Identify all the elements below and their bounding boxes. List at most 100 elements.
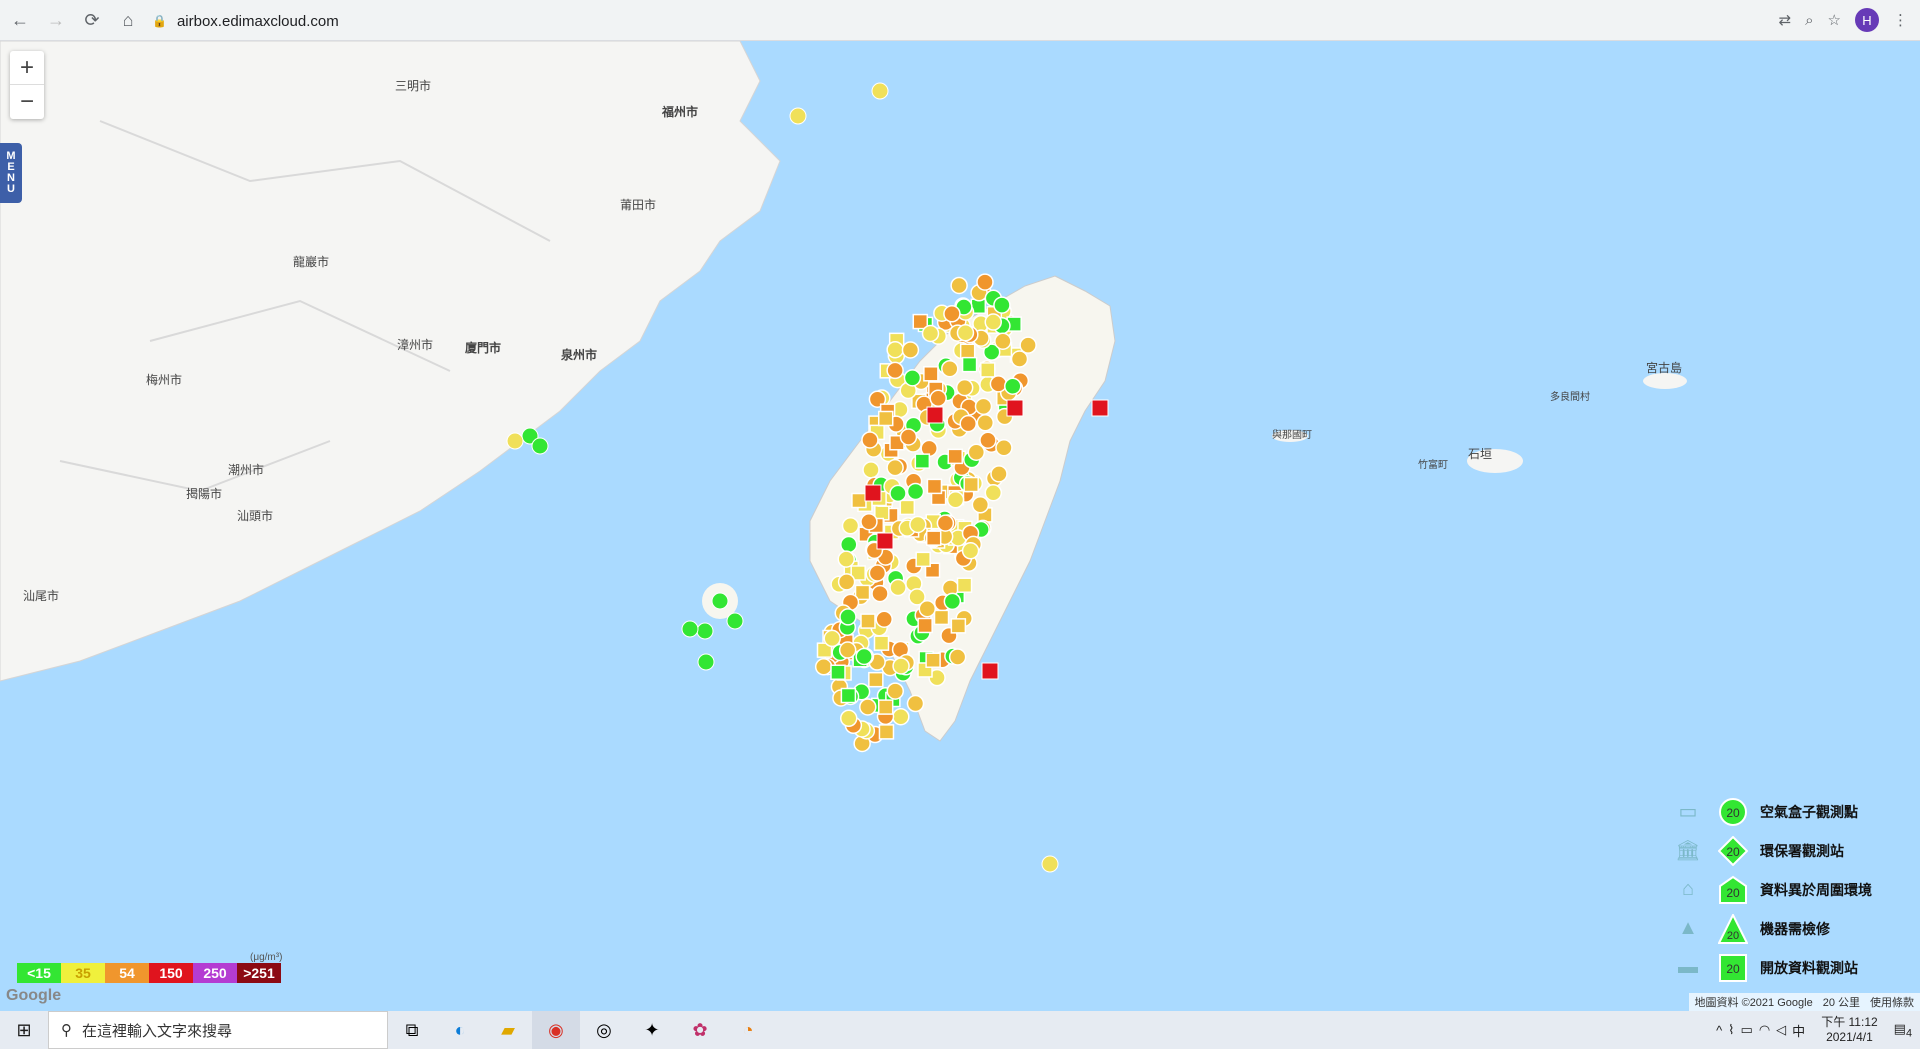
sensor-marker-shape[interactable] [1004,377,1022,395]
back-button[interactable]: ← [4,4,36,36]
sensor-marker-shape[interactable] [840,687,857,704]
sensor-marker-shape[interactable] [906,482,925,501]
sensor-marker-shape[interactable] [909,515,927,534]
sensor-marker[interactable] [1010,350,1029,368]
sensor-marker[interactable] [995,438,1013,457]
sensor-marker[interactable] [906,482,925,501]
sensor-marker[interactable] [914,453,931,469]
sensor-marker[interactable] [979,431,997,449]
sensor-marker-shape[interactable] [914,453,931,469]
sensor-marker[interactable] [912,313,929,330]
sensor-marker-shape[interactable] [941,359,959,378]
blender-icon[interactable]: ◔ [724,1011,772,1049]
sensor-marker-shape[interactable] [980,362,996,378]
sensor-marker[interactable] [943,592,962,611]
sensor-marker[interactable] [961,356,978,373]
sensor-marker-shape[interactable] [984,313,1003,331]
sensor-marker-shape[interactable] [948,648,967,666]
reload-button[interactable]: ⟳ [76,4,108,36]
sensor-marker-shape[interactable] [873,635,890,651]
sensor-marker-shape[interactable] [923,366,939,382]
map-canvas[interactable]: 三明市 福州市 莆田市 龍巖市 泉州市 漳州市 廈門市 梅州市 潮州市 揭陽市 … [0,41,1920,1011]
sensor-marker-shape[interactable] [959,343,976,360]
sensor-marker-shape[interactable] [860,613,876,629]
menu-tab[interactable]: M E N U [0,143,22,203]
sensor-marker-shape[interactable] [994,332,1012,350]
sensor-marker[interactable] [963,476,979,493]
address-bar[interactable]: 🔒 airbox.edimaxcloud.com [144,7,1784,35]
sensor-marker-high[interactable] [1006,399,1024,417]
sensor-marker-shape[interactable] [947,448,963,465]
sensor-marker[interactable] [980,362,996,378]
sensor-marker[interactable] [994,332,1012,350]
sensor-marker[interactable] [950,618,967,634]
sensor-marker[interactable] [823,629,841,648]
sensor-marker[interactable] [947,448,963,465]
sensor-marker-high[interactable] [876,532,894,550]
edge-browser-icon[interactable]: ◐ [436,1011,484,1049]
sensor-marker-shape[interactable] [943,305,961,323]
sensor-marker[interactable] [917,617,933,634]
sensor-marker[interactable] [697,653,715,671]
sensor-marker[interactable] [789,107,807,125]
sensor-marker-shape[interactable] [979,431,997,449]
sensor-marker[interactable] [841,517,860,535]
sensor-marker-shape[interactable] [943,592,962,611]
sensor-marker[interactable] [868,671,884,688]
sensor-marker[interactable] [886,340,904,359]
sensor-marker-shape[interactable] [956,577,973,593]
sensor-marker[interactable] [861,431,879,449]
sensor-marker[interactable] [871,82,889,100]
sensor-marker-shape[interactable] [933,609,950,626]
sensor-marker-high[interactable] [864,484,882,502]
sensor-marker[interactable] [855,647,873,666]
sensor-marker-shape[interactable] [915,551,931,568]
sensor-marker[interactable] [1004,377,1022,395]
sensor-marker-shape[interactable] [984,483,1003,502]
sensor-marker[interactable] [830,664,846,681]
bookmark-star-icon[interactable]: ☆ [1828,11,1841,29]
sensor-marker-shape[interactable] [862,461,880,479]
sensor-marker-shape[interactable] [874,505,890,521]
sensor-marker[interactable] [936,514,955,532]
sensor-marker[interactable] [974,397,993,416]
sensor-marker[interactable] [873,635,890,651]
sensor-marker-shape[interactable] [993,296,1011,314]
sensor-marker-shape[interactable] [1010,350,1029,368]
sensor-marker-shape[interactable] [875,610,893,628]
sensor-marker-shape[interactable] [886,340,904,359]
sensor-marker-shape[interactable] [889,484,907,503]
sensor-marker-shape[interactable] [837,573,856,591]
sensor-marker[interactable] [681,620,699,638]
sensor-marker[interactable] [837,550,855,568]
sensor-marker[interactable] [929,389,947,408]
sensor-marker[interactable] [889,578,907,597]
sensor-marker-shape[interactable] [955,378,974,397]
sensor-marker[interactable] [860,613,876,629]
sensor-marker[interactable] [956,324,975,342]
sensor-marker-shape[interactable] [868,671,884,688]
sensor-marker[interactable] [906,694,925,713]
sensor-marker[interactable] [840,535,858,554]
sensor-marker[interactable] [726,612,744,630]
sensor-marker-shape[interactable] [976,273,994,291]
sensor-marker[interactable] [971,496,990,514]
sensor-marker[interactable] [915,551,931,568]
sensor-marker[interactable] [878,724,895,740]
sensor-marker-shape[interactable] [886,682,905,700]
sensor-marker[interactable] [967,443,986,461]
sensor-marker[interactable] [814,658,833,676]
sensor-marker[interactable] [839,608,857,626]
sensor-marker-shape[interactable] [901,341,920,359]
sensor-marker[interactable] [950,276,968,295]
sensor-marker[interactable] [976,414,995,432]
sensor-marker[interactable] [956,577,973,593]
sensor-marker[interactable] [989,375,1008,393]
sensor-marker-shape[interactable] [878,724,895,740]
terms-link[interactable]: 使用條款 [1870,994,1914,1010]
network-icon[interactable]: ⌇ [1728,1022,1734,1038]
sensor-marker[interactable] [923,366,939,382]
sensor-marker-shape[interactable] [861,431,879,449]
sensor-marker-shape[interactable] [926,478,943,495]
sensor-marker-high[interactable] [981,662,999,680]
